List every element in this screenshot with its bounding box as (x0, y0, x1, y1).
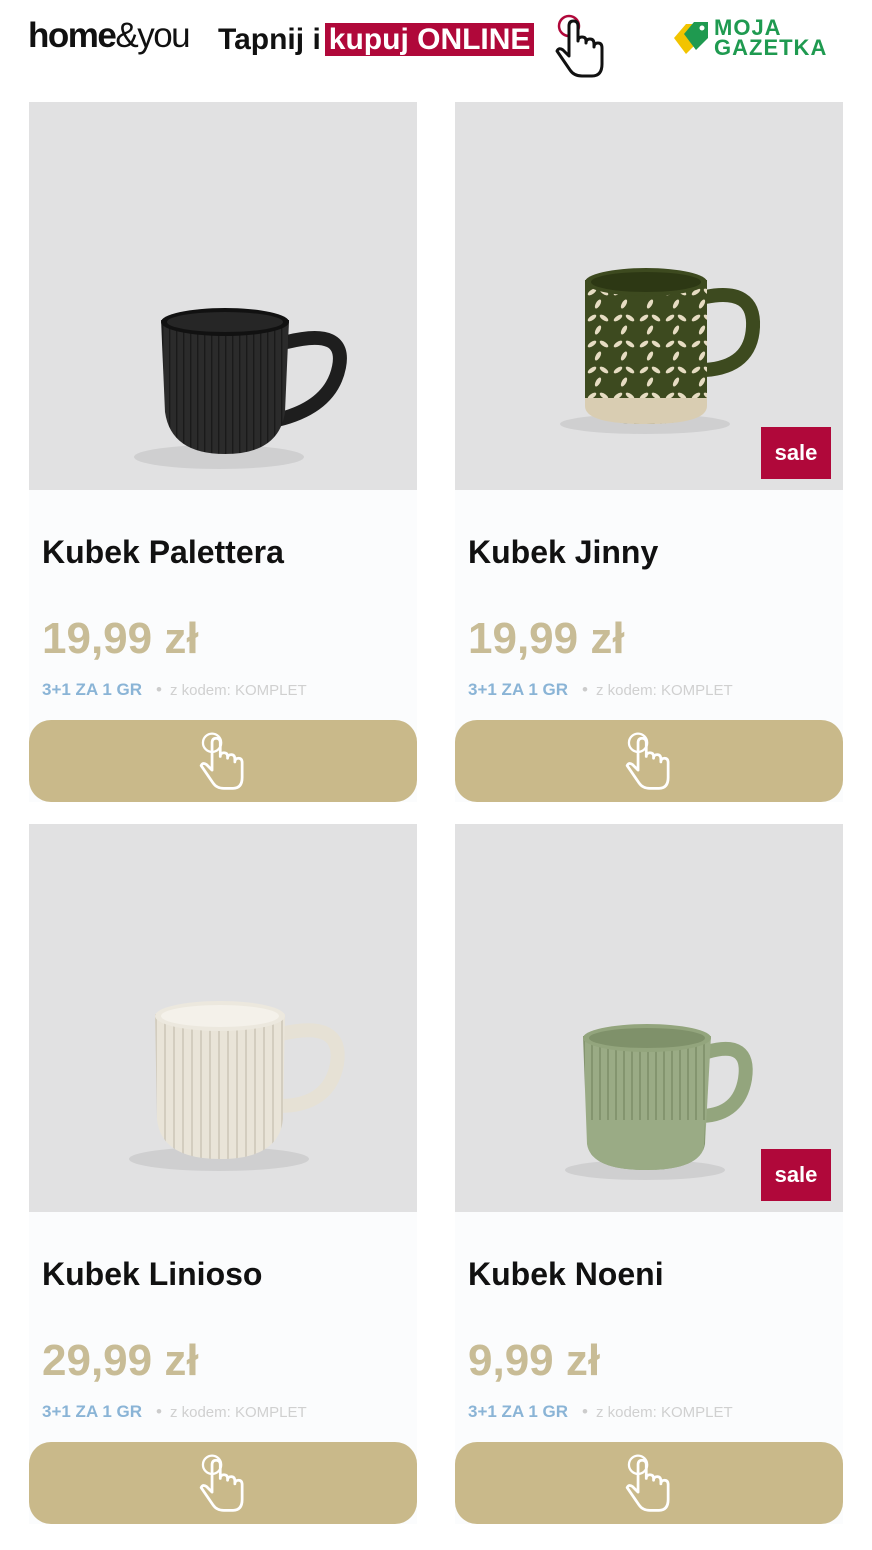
product-image[interactable] (29, 102, 417, 490)
cream-ribbed-mug-image (129, 1001, 345, 1171)
black-mug-image (134, 308, 347, 469)
buy-button[interactable] (29, 720, 417, 802)
buy-button[interactable] (455, 1442, 843, 1524)
separator-dot: • (582, 680, 588, 699)
promo-code: z kodem: KOMPLET (169, 682, 307, 699)
product-card[interactable]: Kubek Palettera 19,99 zł 3+1 ZA 1 GR • z k… (29, 102, 417, 802)
product-name[interactable]: Kubek Palettera (42, 534, 284, 571)
separator-dot: • (156, 1402, 162, 1421)
brand-bold: home (28, 16, 117, 55)
product-price: 9,99 zł (468, 1336, 601, 1385)
product-name[interactable]: Kubek Linioso (42, 1256, 262, 1293)
sale-badge: sale (761, 427, 831, 479)
promo-deal: 3+1 ZA 1 GR (468, 680, 568, 699)
tag-icon (674, 22, 708, 54)
promo-line: 3+1 ZA 1 GR • z kodem: KOMPLET (468, 1402, 733, 1422)
hand-pointer-icon (625, 732, 670, 790)
moja-gazetka-logo[interactable]: MOJA GAZETKA (672, 15, 852, 62)
brand-light: &you (115, 16, 190, 55)
brand-logo[interactable]: home&you (28, 16, 191, 56)
hand-pointer-icon (625, 1454, 670, 1512)
buy-button[interactable] (455, 720, 843, 802)
product-name[interactable]: Kubek Jinny (468, 534, 658, 571)
buy-button[interactable] (29, 1442, 417, 1524)
product-card[interactable]: sale Kubek Jinny 19,99 zł 3+1 ZA 1 GR • z … (455, 102, 843, 802)
hand-pointer-icon[interactable] (552, 12, 610, 80)
separator-dot: • (156, 680, 162, 699)
product-image[interactable]: sale (455, 102, 843, 490)
promo-deal: 3+1 ZA 1 GR (468, 1402, 568, 1421)
product-name[interactable]: Kubek Noeni (468, 1256, 664, 1293)
separator-dot: • (582, 1402, 588, 1421)
product-image[interactable]: sale (455, 824, 843, 1212)
promo-code: z kodem: KOMPLET (169, 1404, 307, 1421)
product-card[interactable]: sale Kubek Noeni 9,99 zł 3+1 ZA 1 GR • z k… (455, 824, 843, 1524)
partner-name: MOJA GAZETKA (714, 15, 828, 60)
promo-line: 3+1 ZA 1 GR • z kodem: KOMPLET (468, 680, 733, 700)
header-bar: home&you Tapnij i kupuj ONLINE MOJA GAZET… (0, 0, 872, 90)
product-card[interactable]: Kubek Linioso 29,99 zł 3+1 ZA 1 GR • z kod… (29, 824, 417, 1524)
product-price: 19,99 zł (468, 614, 625, 663)
promo-line: 3+1 ZA 1 GR • z kodem: KOMPLET (42, 680, 307, 700)
hand-pointer-icon (199, 732, 244, 790)
product-image[interactable] (29, 824, 417, 1212)
product-price: 29,99 zł (42, 1336, 199, 1385)
tap-to-buy-banner[interactable]: Tapnij i kupuj ONLINE (218, 20, 535, 60)
tap-highlight: kupuj ONLINE (324, 23, 535, 56)
promo-code: z kodem: KOMPLET (595, 682, 733, 699)
promo-line: 3+1 ZA 1 GR • z kodem: KOMPLET (42, 1402, 307, 1422)
promo-deal: 3+1 ZA 1 GR (42, 680, 142, 699)
hand-pointer-icon (199, 1454, 244, 1512)
sale-badge: sale (761, 1149, 831, 1201)
product-price: 19,99 zł (42, 614, 199, 663)
tap-text: Tapnij i (218, 23, 321, 56)
promo-code: z kodem: KOMPLET (595, 1404, 733, 1421)
promo-deal: 3+1 ZA 1 GR (42, 1402, 142, 1421)
